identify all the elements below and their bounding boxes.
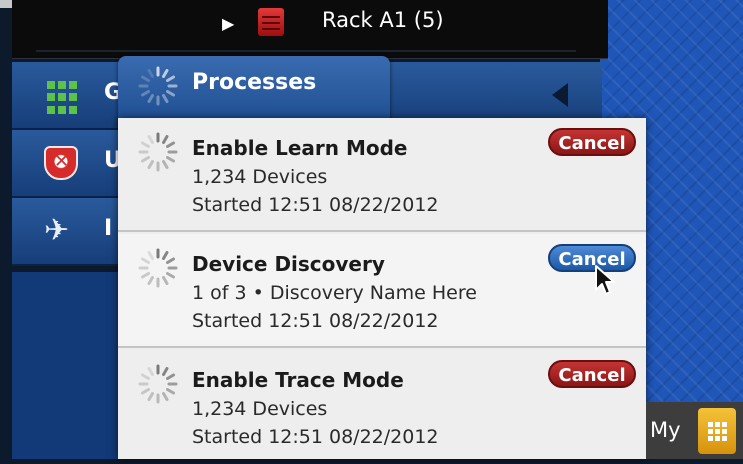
- process-item: Device Discovery 1 of 3 • Discovery Name…: [118, 234, 646, 348]
- processes-panel: Enable Learn Mode 1,234 Devices Started …: [118, 118, 646, 459]
- process-detail: 1,234 Devices: [192, 398, 328, 420]
- spinner-icon: [138, 364, 178, 404]
- process-title: Enable Learn Mode: [192, 136, 408, 160]
- cancel-button[interactable]: Cancel: [548, 244, 636, 272]
- process-start-time: Started 12:51 08/22/2012: [192, 310, 439, 332]
- processes-tab-label: Processes: [192, 70, 317, 95]
- spinner-icon: [138, 66, 178, 106]
- rack-icon: [258, 8, 284, 36]
- rack-label[interactable]: Rack A1 (5): [322, 8, 444, 32]
- grid-icon: [44, 78, 84, 118]
- process-start-time: Started 12:51 08/22/2012: [192, 426, 439, 448]
- grid-icon: [708, 422, 727, 441]
- process-title: Device Discovery: [192, 252, 385, 276]
- process-start-time: Started 12:51 08/22/2012: [192, 194, 439, 216]
- sidebar-item-label: I: [104, 216, 113, 241]
- process-item: Enable Learn Mode 1,234 Devices Started …: [118, 118, 646, 232]
- expand-arrow-icon[interactable]: ▶: [222, 14, 234, 33]
- process-detail: 1,234 Devices: [192, 166, 328, 188]
- apps-grid-button[interactable]: [698, 408, 736, 454]
- collapse-arrow-icon[interactable]: [552, 83, 568, 107]
- process-detail: 1 of 3 • Discovery Name Here: [192, 282, 477, 304]
- mouse-cursor-icon: [595, 265, 615, 295]
- spinner-icon: [138, 132, 178, 172]
- process-item: Enable Trace Mode 1,234 Devices Started …: [118, 350, 646, 464]
- spinner-icon: [138, 248, 178, 288]
- my-bar-label[interactable]: My: [650, 418, 681, 442]
- shield-icon: [44, 146, 78, 180]
- my-bar: My: [646, 402, 743, 459]
- header-divider: [36, 50, 576, 52]
- process-title: Enable Trace Mode: [192, 368, 404, 392]
- cancel-button[interactable]: Cancel: [548, 360, 636, 388]
- cancel-button[interactable]: Cancel: [548, 128, 636, 156]
- plane-icon: ✈: [44, 213, 70, 248]
- rack-header-bar: ▶ Rack A1 (5): [12, 0, 608, 59]
